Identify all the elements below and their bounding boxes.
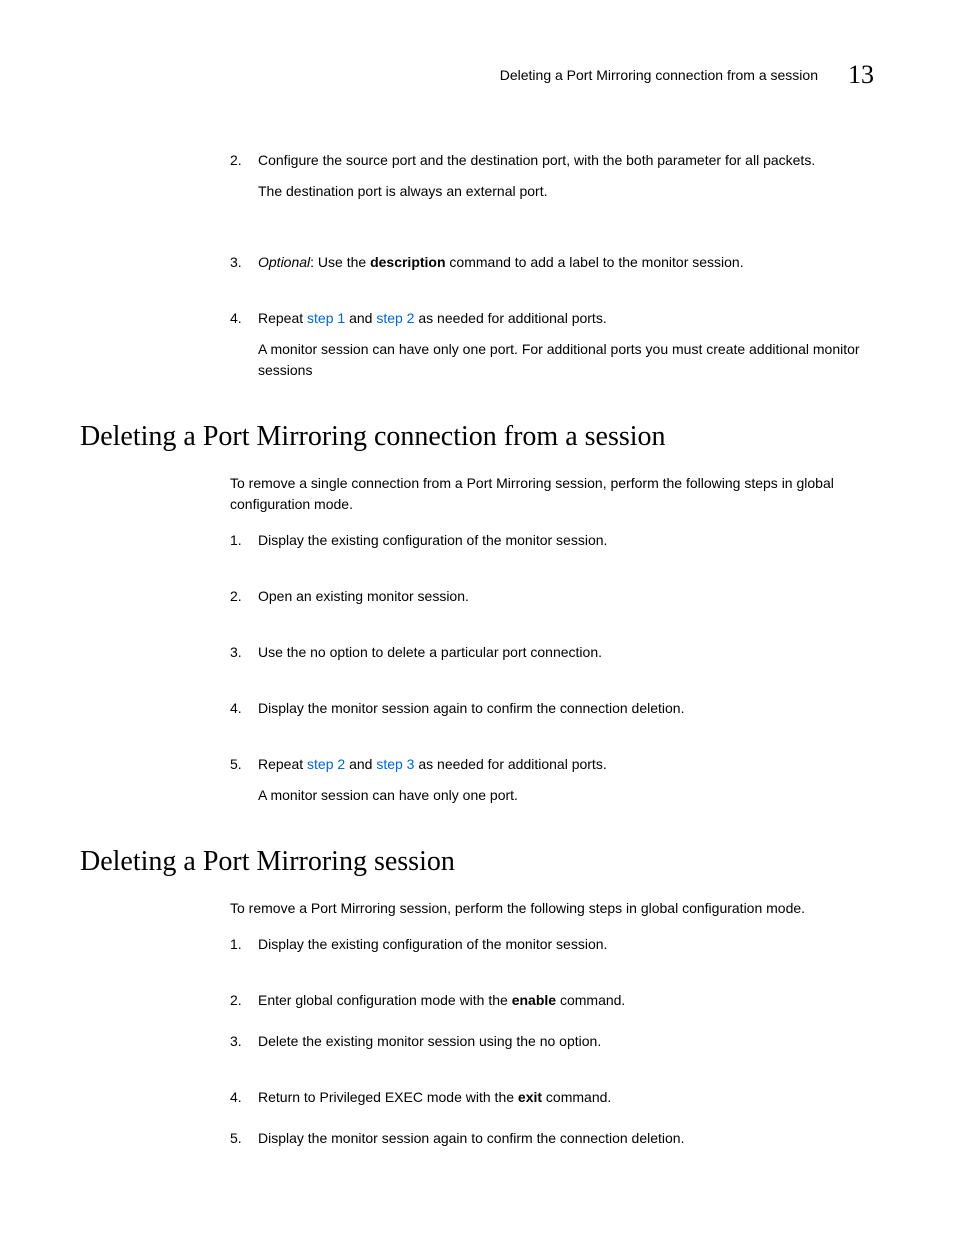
command-name: enable [512,992,556,1008]
item-text: as needed for additional ports. [414,310,606,326]
list-item: 1. Display the existing configuration of… [230,934,874,955]
item-body: Delete the existing monitor session usin… [258,1031,874,1052]
top-list: 2. Configure the source port and the des… [230,150,874,381]
list-item: 1. Display the existing configuration of… [230,530,874,551]
item-text: Repeat [258,310,307,326]
item-text: Configure the source port and the destin… [258,152,815,168]
item-number: 5. [230,1128,248,1149]
item-number: 1. [230,530,248,551]
item-text: Return to Privileged EXEC mode with the [258,1089,518,1105]
item-subtext: A monitor session can have only one port… [258,785,874,806]
list-item: 4. Display the monitor session again to … [230,698,874,719]
list-item: 4. Return to Privileged EXEC mode with t… [230,1087,874,1108]
section-heading: Deleting a Port Mirroring session [80,846,874,878]
step-link[interactable]: step 3 [376,756,414,772]
item-number: 2. [230,990,248,1011]
section-intro: To remove a single connection from a Por… [230,473,874,515]
command-name: description [370,254,445,270]
list-item: 2. Open an existing monitor session. [230,586,874,607]
item-number: 3. [230,1031,248,1052]
item-body: Optional: Use the description command to… [258,252,874,273]
page: Deleting a Port Mirroring connection fro… [0,0,954,1229]
item-body: Use the no option to delete a particular… [258,642,874,663]
item-number: 2. [230,150,248,202]
item-number: 3. [230,252,248,273]
list-item: 3. Optional: Use the description command… [230,252,874,273]
item-text: : Use the [310,254,370,270]
item-text: command. [556,992,625,1008]
section1-content: To remove a single connection from a Por… [230,473,874,806]
item-number: 4. [230,698,248,719]
list-item: 2. Enter global configuration mode with … [230,990,874,1011]
item-text: as needed for additional ports. [414,756,606,772]
list-item: 3. Use the no option to delete a particu… [230,642,874,663]
item-body: Configure the source port and the destin… [258,150,874,202]
item-text: Repeat [258,756,307,772]
item-body: Display the existing configuration of th… [258,530,874,551]
list-item: 5. Display the monitor session again to … [230,1128,874,1149]
item-body: Enter global configuration mode with the… [258,990,874,1011]
list-item: 3. Delete the existing monitor session u… [230,1031,874,1052]
step-link[interactable]: step 2 [376,310,414,326]
item-text: command. [542,1089,611,1105]
item-text: command to add a label to the monitor se… [446,254,744,270]
optional-label: Optional [258,254,310,270]
item-text: and [345,756,376,772]
item-number: 5. [230,754,248,806]
item-number: 3. [230,642,248,663]
item-body: Display the monitor session again to con… [258,698,874,719]
item-number: 4. [230,1087,248,1108]
item-number: 4. [230,308,248,381]
item-subtext: A monitor session can have only one port… [258,339,874,381]
section2-content: To remove a Port Mirroring session, perf… [230,898,874,1149]
page-number: 13 [848,60,874,90]
command-name: exit [518,1089,542,1105]
section-intro: To remove a Port Mirroring session, perf… [230,898,874,919]
item-body: Display the existing configuration of th… [258,934,874,955]
header-title: Deleting a Port Mirroring connection fro… [500,67,818,83]
item-subtext: The destination port is always an extern… [258,181,874,202]
item-body: Repeat step 1 and step 2 as needed for a… [258,308,874,381]
section-heading: Deleting a Port Mirroring connection fro… [80,421,874,453]
list-item: 2. Configure the source port and the des… [230,150,874,202]
item-text: and [345,310,376,326]
step-link[interactable]: step 1 [307,310,345,326]
item-number: 1. [230,934,248,955]
item-text: Enter global configuration mode with the [258,992,512,1008]
item-body: Return to Privileged EXEC mode with the … [258,1087,874,1108]
list-item: 4. Repeat step 1 and step 2 as needed fo… [230,308,874,381]
item-body: Open an existing monitor session. [258,586,874,607]
item-number: 2. [230,586,248,607]
item-body: Repeat step 2 and step 3 as needed for a… [258,754,874,806]
item-body: Display the monitor session again to con… [258,1128,874,1149]
page-header: Deleting a Port Mirroring connection fro… [80,60,874,90]
list-item: 5. Repeat step 2 and step 3 as needed fo… [230,754,874,806]
step-link[interactable]: step 2 [307,756,345,772]
